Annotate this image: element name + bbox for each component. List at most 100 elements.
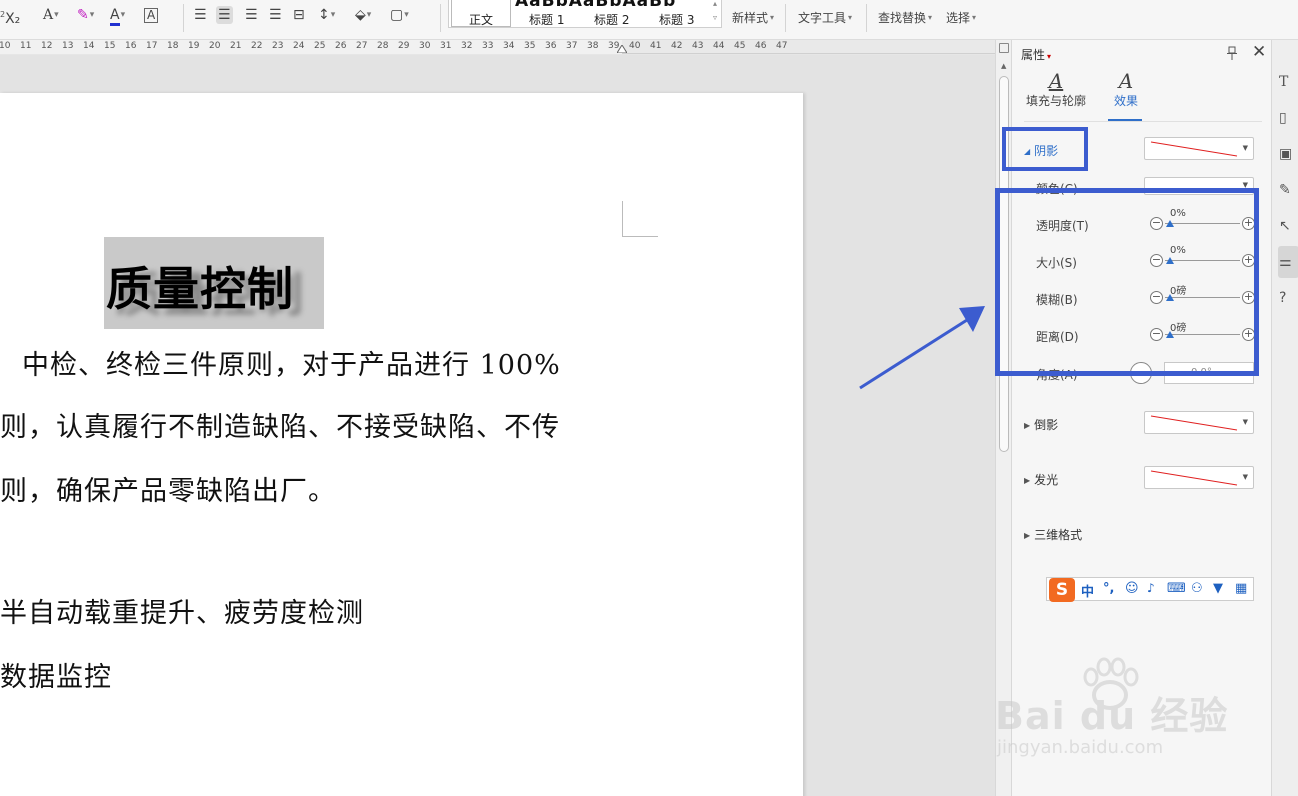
ruler-tick-label: 33 (482, 41, 494, 51)
properties-sliders-icon[interactable]: ⚌ (1279, 254, 1295, 270)
select-button[interactable]: 选择 ▾ (946, 9, 976, 26)
review-icon[interactable]: ▣ (1279, 146, 1295, 162)
ruler-tick-label: 35 (524, 41, 536, 51)
ruler-tick-label: 43 (692, 41, 704, 51)
highlight-button[interactable]: ✎▾ (77, 6, 94, 24)
text-style-icon[interactable]: T (1279, 74, 1295, 90)
ime-keyboard-icon[interactable]: ⌨ (1167, 581, 1186, 596)
toolbar-divider (785, 4, 786, 32)
scroll-up-icon[interactable]: ▲ (1001, 62, 1006, 70)
chevron-down-icon: ▼ (1242, 144, 1248, 152)
ime-chinese-mode[interactable]: 中 (1081, 581, 1094, 600)
paragraph-line[interactable]: 中检、终检三件原则，对于产品进行 100% (22, 343, 561, 382)
horizontal-ruler[interactable]: 10 11 12 13 14 15 16 17 18 19 20 21 22 23 24 25 26 27 28 29… (0, 40, 995, 54)
paragraph-line[interactable]: 则，认真履行不制造缺陷、不接受缺陷、不传 (0, 405, 560, 444)
find-replace-button[interactable]: 查找替换 ▾ (878, 9, 932, 26)
align-center-button[interactable]: ☰ (216, 6, 233, 24)
ruler-tick-label: 28 (377, 41, 389, 51)
reflection-section-header[interactable]: ▶ 倒影 (1024, 416, 1058, 433)
tab-divider (1024, 121, 1262, 122)
text-tools-button[interactable]: 文字工具 ▾ (798, 9, 852, 26)
highlight-box-shadow (1002, 127, 1088, 171)
style-scroll-up-icon[interactable]: ▴ (713, 0, 717, 8)
reflection-preset-dropdown[interactable]: ▼ (1144, 411, 1254, 434)
style-heading-2[interactable]: 标题 2 (594, 11, 629, 28)
title-selection[interactable]: 质量控制 (104, 237, 324, 329)
expand-triangle-icon: ▶ (1024, 421, 1031, 430)
ruler-tick-label: 44 (713, 41, 725, 51)
paragraph-line[interactable]: 则，确保产品零缺陷出厂。 (0, 469, 336, 508)
shadow-preset-dropdown[interactable]: ▼ (1144, 137, 1254, 160)
paint-bucket-icon: ⬙ (355, 7, 366, 23)
tab-fill-outline[interactable]: A 填充与轮廓 (1026, 70, 1086, 109)
ruler-tick-label: 13 (62, 41, 74, 51)
ime-emoji-icon[interactable]: ☺ (1125, 581, 1139, 596)
glow-preset-dropdown[interactable]: ▼ (1144, 466, 1254, 489)
tab-effects[interactable]: A 效果 (1108, 70, 1144, 109)
3d-format-section-header[interactable]: ▶ 三维格式 (1024, 526, 1082, 543)
align-left-button[interactable]: ☰ (194, 6, 207, 24)
panel-title[interactable]: 属性 ▾ (1021, 46, 1051, 63)
pin-icon[interactable] (1226, 46, 1238, 60)
ruler-tick-label: 22 (251, 41, 263, 51)
ime-menu-icon[interactable]: ▦ (1235, 581, 1247, 596)
document-page[interactable]: 质量控制 中检、终检三件原则，对于产品进行 100% 则，认真履行不制造缺陷、不… (0, 93, 803, 796)
shading-button[interactable]: ⬙▾ (355, 6, 371, 24)
line-spacing-icon: ↕ (318, 7, 330, 23)
glow-section-header[interactable]: ▶ 发光 (1024, 471, 1058, 488)
split-view-icon[interactable] (999, 43, 1009, 53)
baidu-watermark: Bai du 经验 jingyan.baidu.com (995, 655, 1255, 775)
ruler-tick-label: 36 (545, 41, 557, 51)
style-heading-3[interactable]: 标题 3 (659, 11, 694, 28)
margin-corner-mark (622, 201, 658, 237)
subscript-button[interactable]: 2X₂ (0, 6, 20, 28)
ruler-tick-label: 11 (20, 41, 32, 51)
cursor-icon[interactable]: ↖ (1279, 218, 1295, 234)
ime-punctuation-icon[interactable]: °, (1103, 581, 1114, 596)
ime-tools-icon[interactable]: ⚇ (1191, 581, 1203, 596)
close-icon[interactable]: ✕ (1252, 44, 1266, 61)
style-scroll-down-icon[interactable]: ▿ (713, 13, 717, 22)
char-border-button[interactable]: A (144, 8, 159, 23)
align-right-button[interactable]: ☰ (245, 6, 258, 24)
subscript-icon: X₂ (5, 11, 21, 27)
watermark-text: Bai du 经验 (995, 694, 1229, 738)
style-normal[interactable]: 正文 (469, 11, 493, 28)
distributed-button[interactable]: ⊟ (293, 6, 305, 24)
right-sidebar-strip: T ▯ ▣ ✎ ↖ ⚌ ? (1271, 40, 1298, 796)
ime-voice-icon[interactable]: ♪ (1147, 581, 1155, 595)
new-style-button[interactable]: 新样式 ▾ (732, 9, 774, 26)
indent-marker-icon[interactable] (617, 45, 627, 53)
document-title[interactable]: 质量控制 (106, 253, 294, 319)
ruler-tick-label: 38 (587, 41, 599, 51)
distributed-align-icon: ⊟ (293, 7, 305, 23)
annotation-arrow-icon (859, 306, 985, 390)
justify-button[interactable]: ☰ (269, 6, 282, 24)
help-icon[interactable]: ? (1279, 290, 1295, 306)
style-heading-1[interactable]: 标题 1 (529, 11, 564, 28)
sogou-logo-icon[interactable]: S (1049, 578, 1075, 602)
ruler-tick-label: 32 (461, 41, 473, 51)
border-icon: ▢ (390, 7, 404, 23)
pen-icon[interactable]: ✎ (1279, 182, 1295, 198)
font-color-button[interactable]: A▾ (110, 6, 125, 26)
align-left-icon: ☰ (194, 7, 207, 23)
style-preview-text: AaBbAaBbAaBb (515, 0, 677, 11)
paragraph-line[interactable]: 数据监控 (0, 655, 112, 694)
ruler-tick-label: 45 (734, 41, 746, 51)
paragraph-line[interactable]: 半自动载重提升、疲劳度检测 (0, 591, 364, 630)
ruler-tick-label: 16 (125, 41, 137, 51)
ruler-tick-label: 19 (188, 41, 200, 51)
ime-skin-icon[interactable]: ▼ (1213, 581, 1223, 596)
text-effect-button[interactable]: A▾ (43, 6, 59, 24)
borders-button[interactable]: ▢▾ (390, 6, 409, 24)
expand-triangle-icon: ▶ (1024, 531, 1031, 540)
expand-triangle-icon: ▶ (1024, 476, 1031, 485)
ruler-tick-label: 34 (503, 41, 515, 51)
toolbar-divider (440, 4, 441, 32)
fill-outline-icon: A (1048, 69, 1064, 93)
chevron-down-icon: ▾ (1047, 52, 1052, 61)
watermark-url: jingyan.baidu.com (997, 737, 1164, 758)
document-icon[interactable]: ▯ (1279, 110, 1295, 126)
line-spacing-button[interactable]: ↕▾ (318, 6, 335, 24)
